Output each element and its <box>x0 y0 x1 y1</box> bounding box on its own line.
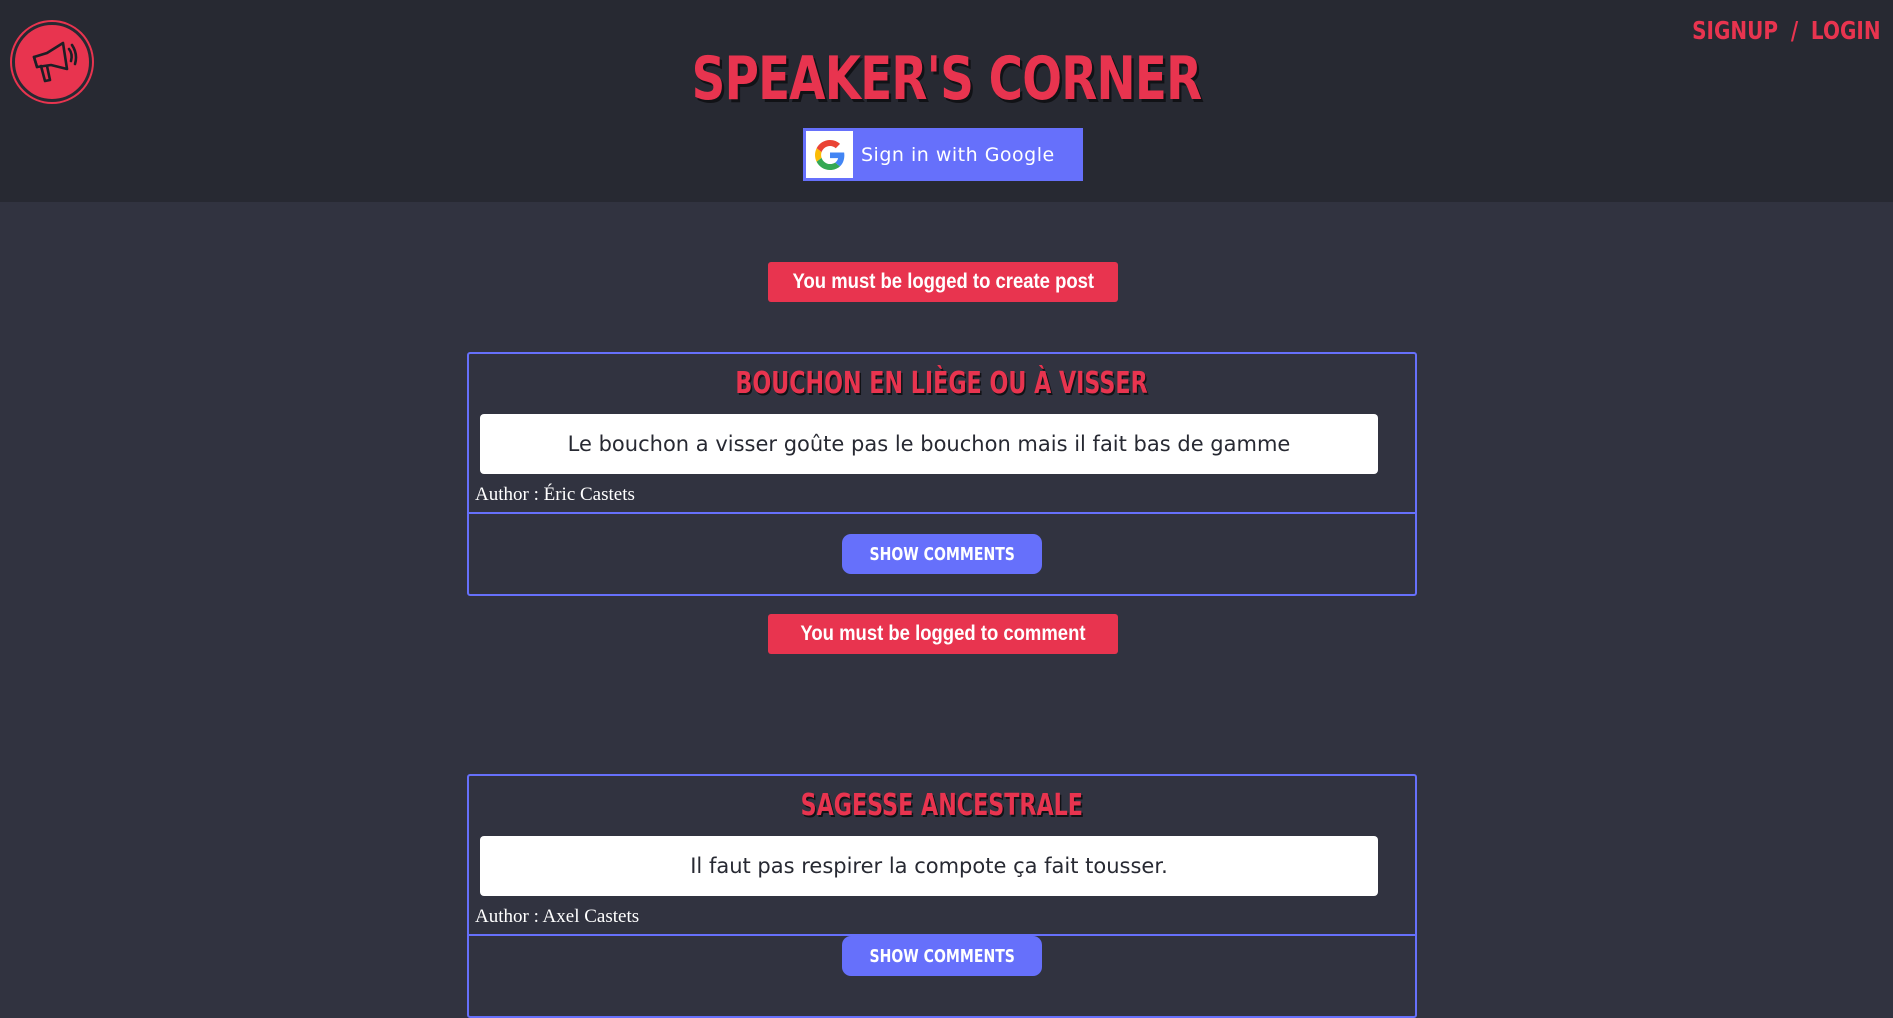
post-footer: SHOW COMMENTS <box>469 512 1415 594</box>
site-header: SPEAKER'S CORNER SIGNUP / LOGIN Sign in … <box>0 0 1893 202</box>
site-title: SPEAKER'S CORNER <box>691 44 1202 114</box>
post-card: BOUCHON EN LIÈGE OU À VISSER Le bouchon … <box>467 352 1417 596</box>
post-body: Le bouchon a visser goûte pas le bouchon… <box>480 414 1378 474</box>
create-post-notice-text: You must be logged to create post <box>792 270 1094 293</box>
post-body: Il faut pas respirer la compote ça fait … <box>480 836 1378 896</box>
signup-link[interactable]: SIGNUP <box>1693 16 1779 45</box>
post-title: BOUCHON EN LIÈGE OU À VISSER <box>469 354 1415 404</box>
post-title-text: SAGESSE ANCESTRALE <box>800 788 1084 823</box>
google-icon <box>806 131 853 178</box>
megaphone-icon[interactable] <box>12 22 92 102</box>
auth-separator: / <box>1791 16 1799 45</box>
auth-links: SIGNUP / LOGIN <box>1693 16 1881 45</box>
show-comments-label: SHOW COMMENTS <box>869 543 1015 565</box>
post-title-text: BOUCHON EN LIÈGE OU À VISSER <box>735 366 1149 401</box>
create-post-notice: You must be logged to create post <box>768 262 1118 302</box>
show-comments-button[interactable]: SHOW COMMENTS <box>842 534 1042 574</box>
post-author: Author : Axel Castets <box>475 906 640 927</box>
post-card: SAGESSE ANCESTRALE Il faut pas respirer … <box>467 774 1417 1018</box>
show-comments-label: SHOW COMMENTS <box>869 945 1015 967</box>
comment-notice: You must be logged to comment <box>768 614 1118 654</box>
show-comments-button[interactable]: SHOW COMMENTS <box>842 936 1042 976</box>
login-link[interactable]: LOGIN <box>1811 16 1881 45</box>
google-signin-button[interactable]: Sign in with Google <box>803 128 1083 181</box>
comment-notice-text: You must be logged to comment <box>800 622 1086 645</box>
post-title: SAGESSE ANCESTRALE <box>469 776 1415 826</box>
post-author: Author : Éric Castets <box>475 484 635 505</box>
post-footer: SHOW COMMENTS <box>469 934 1415 1016</box>
google-signin-label: Sign in with Google <box>861 143 1055 166</box>
